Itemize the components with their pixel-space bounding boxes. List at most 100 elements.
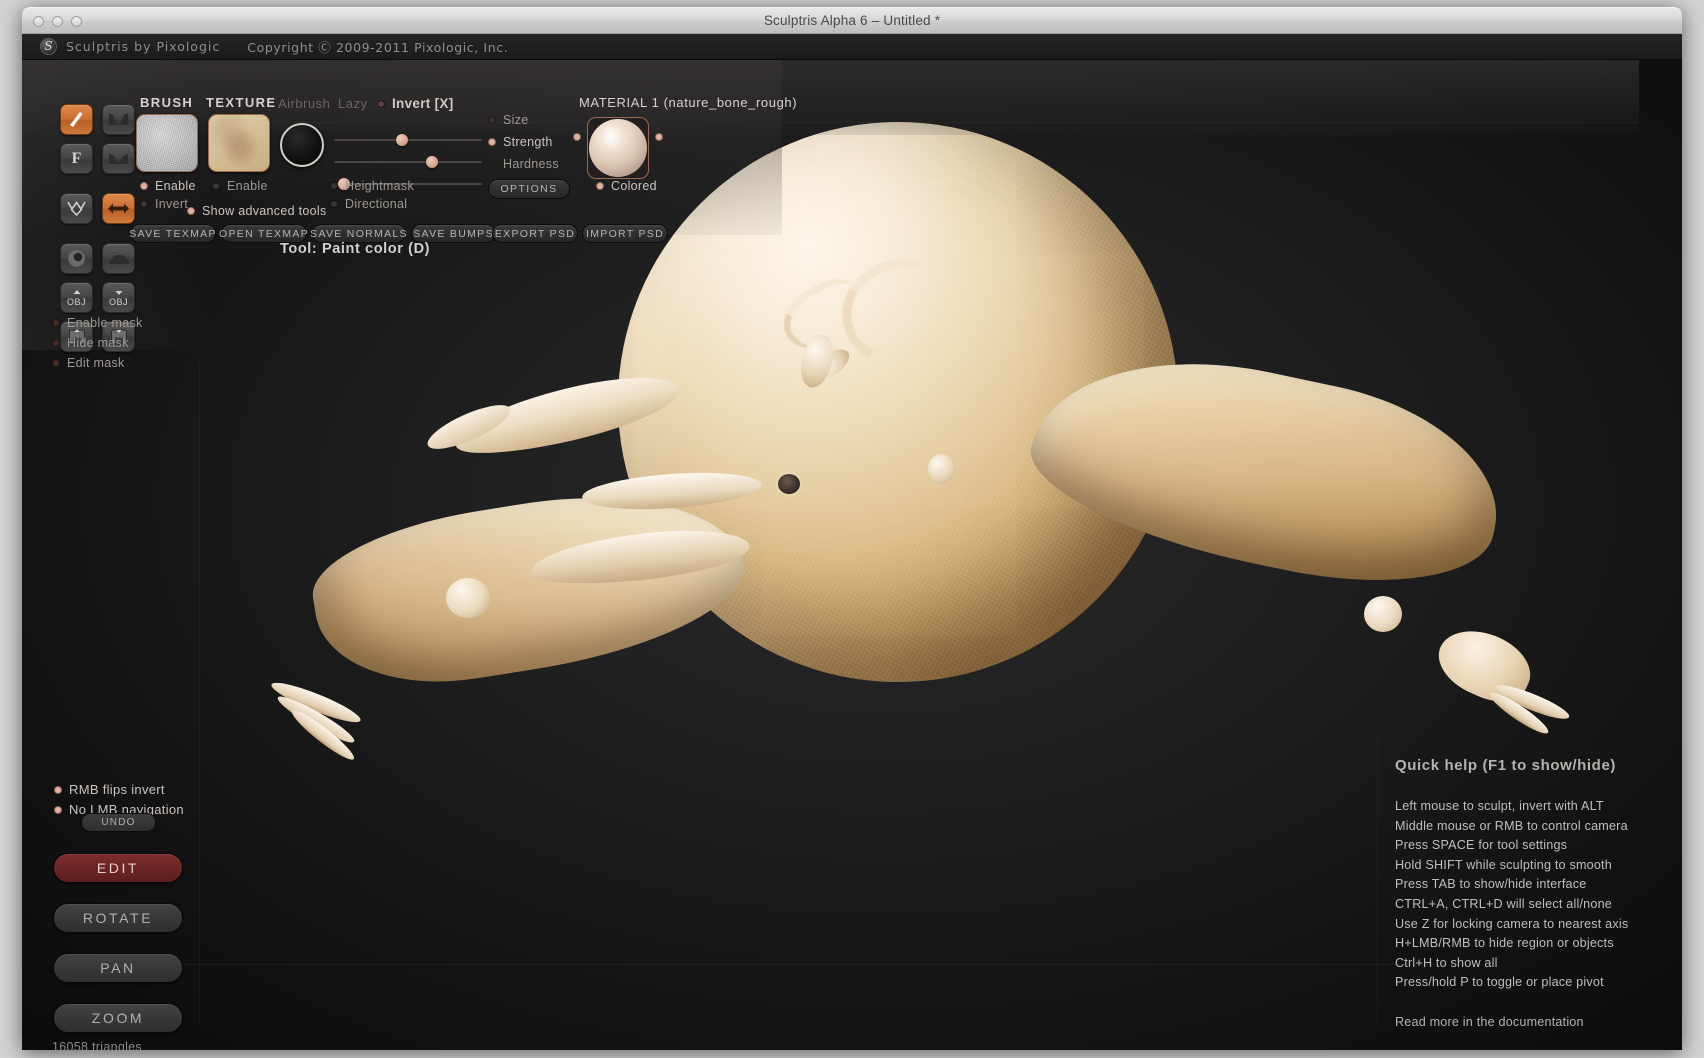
strength-slider-track	[334, 161, 482, 163]
invert-x-dot	[377, 99, 385, 108]
zoom-mode-button[interactable]: ZOOM	[53, 1003, 183, 1033]
rotate-mode-button[interactable]: ROTATE	[53, 903, 183, 933]
brush-invert-toggle[interactable]: Invert	[140, 197, 188, 211]
brush-swatch[interactable]	[136, 114, 198, 172]
model-bump-1	[928, 454, 954, 484]
model-bump-2	[805, 343, 855, 387]
show-advanced-tools-toggle[interactable]: Show advanced tools	[187, 204, 327, 218]
model-tendril-1	[528, 522, 752, 592]
edit-mask-label: Edit mask	[67, 356, 125, 370]
enable-mask-dot	[52, 319, 60, 327]
model-upper-left-arm-tip	[422, 396, 516, 458]
quick-help-line: Left mouse to sculpt, invert with ALT	[1395, 799, 1604, 813]
material-sphere-icon	[589, 119, 647, 177]
brush-panel-label: BRUSH	[140, 95, 194, 110]
import-psd-button[interactable]: IMPORT PSD	[582, 224, 668, 243]
size-slider-knob[interactable]	[396, 134, 408, 146]
import-obj-button[interactable]: OBJ	[60, 282, 93, 313]
model-eye	[778, 474, 800, 494]
triangle-count: 16058 triangles	[52, 1040, 142, 1050]
size-dot	[488, 116, 496, 124]
directional-toggle[interactable]: Directional	[330, 197, 407, 211]
obj-export-label: OBJ	[108, 297, 128, 307]
brush-invert-label: Invert	[155, 197, 189, 211]
invert-x-toggle[interactable]: Invert [X]	[377, 96, 454, 111]
model-tendril-knob	[446, 578, 490, 618]
model-tendril-2	[581, 467, 763, 515]
texture-enable-toggle[interactable]: Enable	[212, 179, 268, 193]
dome-brush-tool-button[interactable]	[102, 243, 135, 274]
material-prev-button[interactable]	[573, 133, 581, 141]
window-titlebar: Sculptris Alpha 6 – Untitled *	[22, 7, 1682, 34]
rmb-flips-invert-toggle[interactable]: RMB flips invert	[54, 782, 165, 797]
strength-dot	[488, 138, 496, 146]
airbrush-toggle[interactable]: Airbrush	[278, 96, 330, 111]
rmb-flips-invert-label: RMB flips invert	[69, 782, 165, 797]
model-right-knob	[1364, 596, 1402, 632]
flatten-tool-button[interactable]: F	[60, 143, 93, 174]
model-left-finger-3	[287, 705, 359, 765]
save-texmap-button[interactable]: SAVE TEXMAP	[129, 224, 216, 243]
texture-swatch[interactable]	[208, 114, 270, 172]
model-body-texture	[618, 122, 1178, 682]
edit-mode-button[interactable]: EDIT	[53, 853, 183, 883]
quick-help-lines: Left mouse to sculpt, invert with ALT Mi…	[1395, 797, 1628, 993]
model-right-finger-2	[1486, 687, 1552, 739]
airbrush-label: Airbrush	[278, 96, 331, 111]
tool-status-text: Tool: Paint color (D)	[280, 241, 431, 257]
heightmask-toggle[interactable]: Heightmask	[330, 179, 414, 193]
quick-help-line: Ctrl+H to show all	[1395, 955, 1498, 970]
material-next-dot	[655, 133, 663, 141]
size-slider-track	[334, 139, 482, 141]
heightmask-label: Heightmask	[345, 179, 414, 193]
symmetry-tool-button[interactable]	[102, 193, 135, 224]
enable-mask-label: Enable mask	[67, 316, 143, 330]
pinch-tool-button[interactable]	[60, 193, 93, 224]
hardness-label: Hardness	[503, 157, 559, 171]
export-obj-button[interactable]: OBJ	[102, 282, 135, 313]
viewport-divider-bottom	[182, 964, 1482, 965]
quick-help-line: Use Z for locking camera to nearest axis	[1395, 916, 1629, 931]
pan-mode-button[interactable]: PAN	[53, 953, 183, 983]
material-colored-label: Colored	[611, 179, 657, 193]
viewport-divider-vertical	[199, 364, 200, 1024]
brush-paint-tool-button[interactable]	[60, 104, 93, 135]
hardness-label-row[interactable]: Hardness	[488, 157, 559, 171]
lazy-toggle[interactable]: Lazy	[338, 96, 367, 111]
enable-mask-toggle[interactable]: Enable mask	[52, 316, 143, 330]
size-slider[interactable]	[334, 134, 482, 146]
edit-mask-dot	[52, 359, 60, 367]
quick-help-line: Hold SHIFT while sculpting to smooth	[1395, 857, 1612, 872]
lazy-label: Lazy	[338, 96, 368, 111]
material-colored-toggle[interactable]: Colored	[596, 179, 657, 193]
model-left-finger-1	[268, 676, 364, 729]
hide-mask-toggle[interactable]: Hide mask	[52, 336, 129, 350]
brush-enable-label: Enable	[155, 179, 196, 193]
strength-label-row[interactable]: Strength	[488, 135, 553, 149]
model-ear-ridge	[829, 244, 975, 379]
smooth-tool-button[interactable]	[102, 143, 135, 174]
strength-label: Strength	[503, 135, 553, 149]
edit-mask-toggle[interactable]: Edit mask	[52, 356, 125, 370]
material-preview[interactable]	[587, 117, 649, 179]
window-title: Sculptris Alpha 6 – Untitled *	[763, 13, 941, 28]
export-psd-button[interactable]: EXPORT PSD	[492, 224, 578, 243]
texture-panel-label: TEXTURE	[206, 95, 277, 110]
undo-button[interactable]: UNDO	[81, 813, 156, 832]
quick-help-footer: Read more in the documentation	[1395, 1015, 1584, 1029]
quick-help-line: Press SPACE for tool settings	[1395, 838, 1568, 853]
brush-enable-toggle[interactable]: Enable	[140, 179, 196, 193]
sphere-brush-tool-button[interactable]	[60, 243, 93, 274]
crease-tool-button[interactable]	[102, 104, 135, 135]
tool-button-grid: F OBJ OBJ	[60, 104, 135, 352]
size-label: Size	[503, 113, 529, 127]
texture-enable-label: Enable	[227, 179, 268, 193]
quick-help-line: H+LMB/RMB to hide region or objects	[1395, 936, 1614, 951]
strength-slider-knob[interactable]	[426, 156, 438, 168]
model-right-limb-tip	[1428, 617, 1541, 713]
options-button[interactable]: OPTIONS	[488, 179, 570, 199]
strength-slider[interactable]	[334, 156, 482, 168]
size-label-row[interactable]: Size	[488, 113, 529, 127]
model-brow-ridge	[772, 270, 874, 362]
material-next-button[interactable]	[655, 133, 663, 141]
